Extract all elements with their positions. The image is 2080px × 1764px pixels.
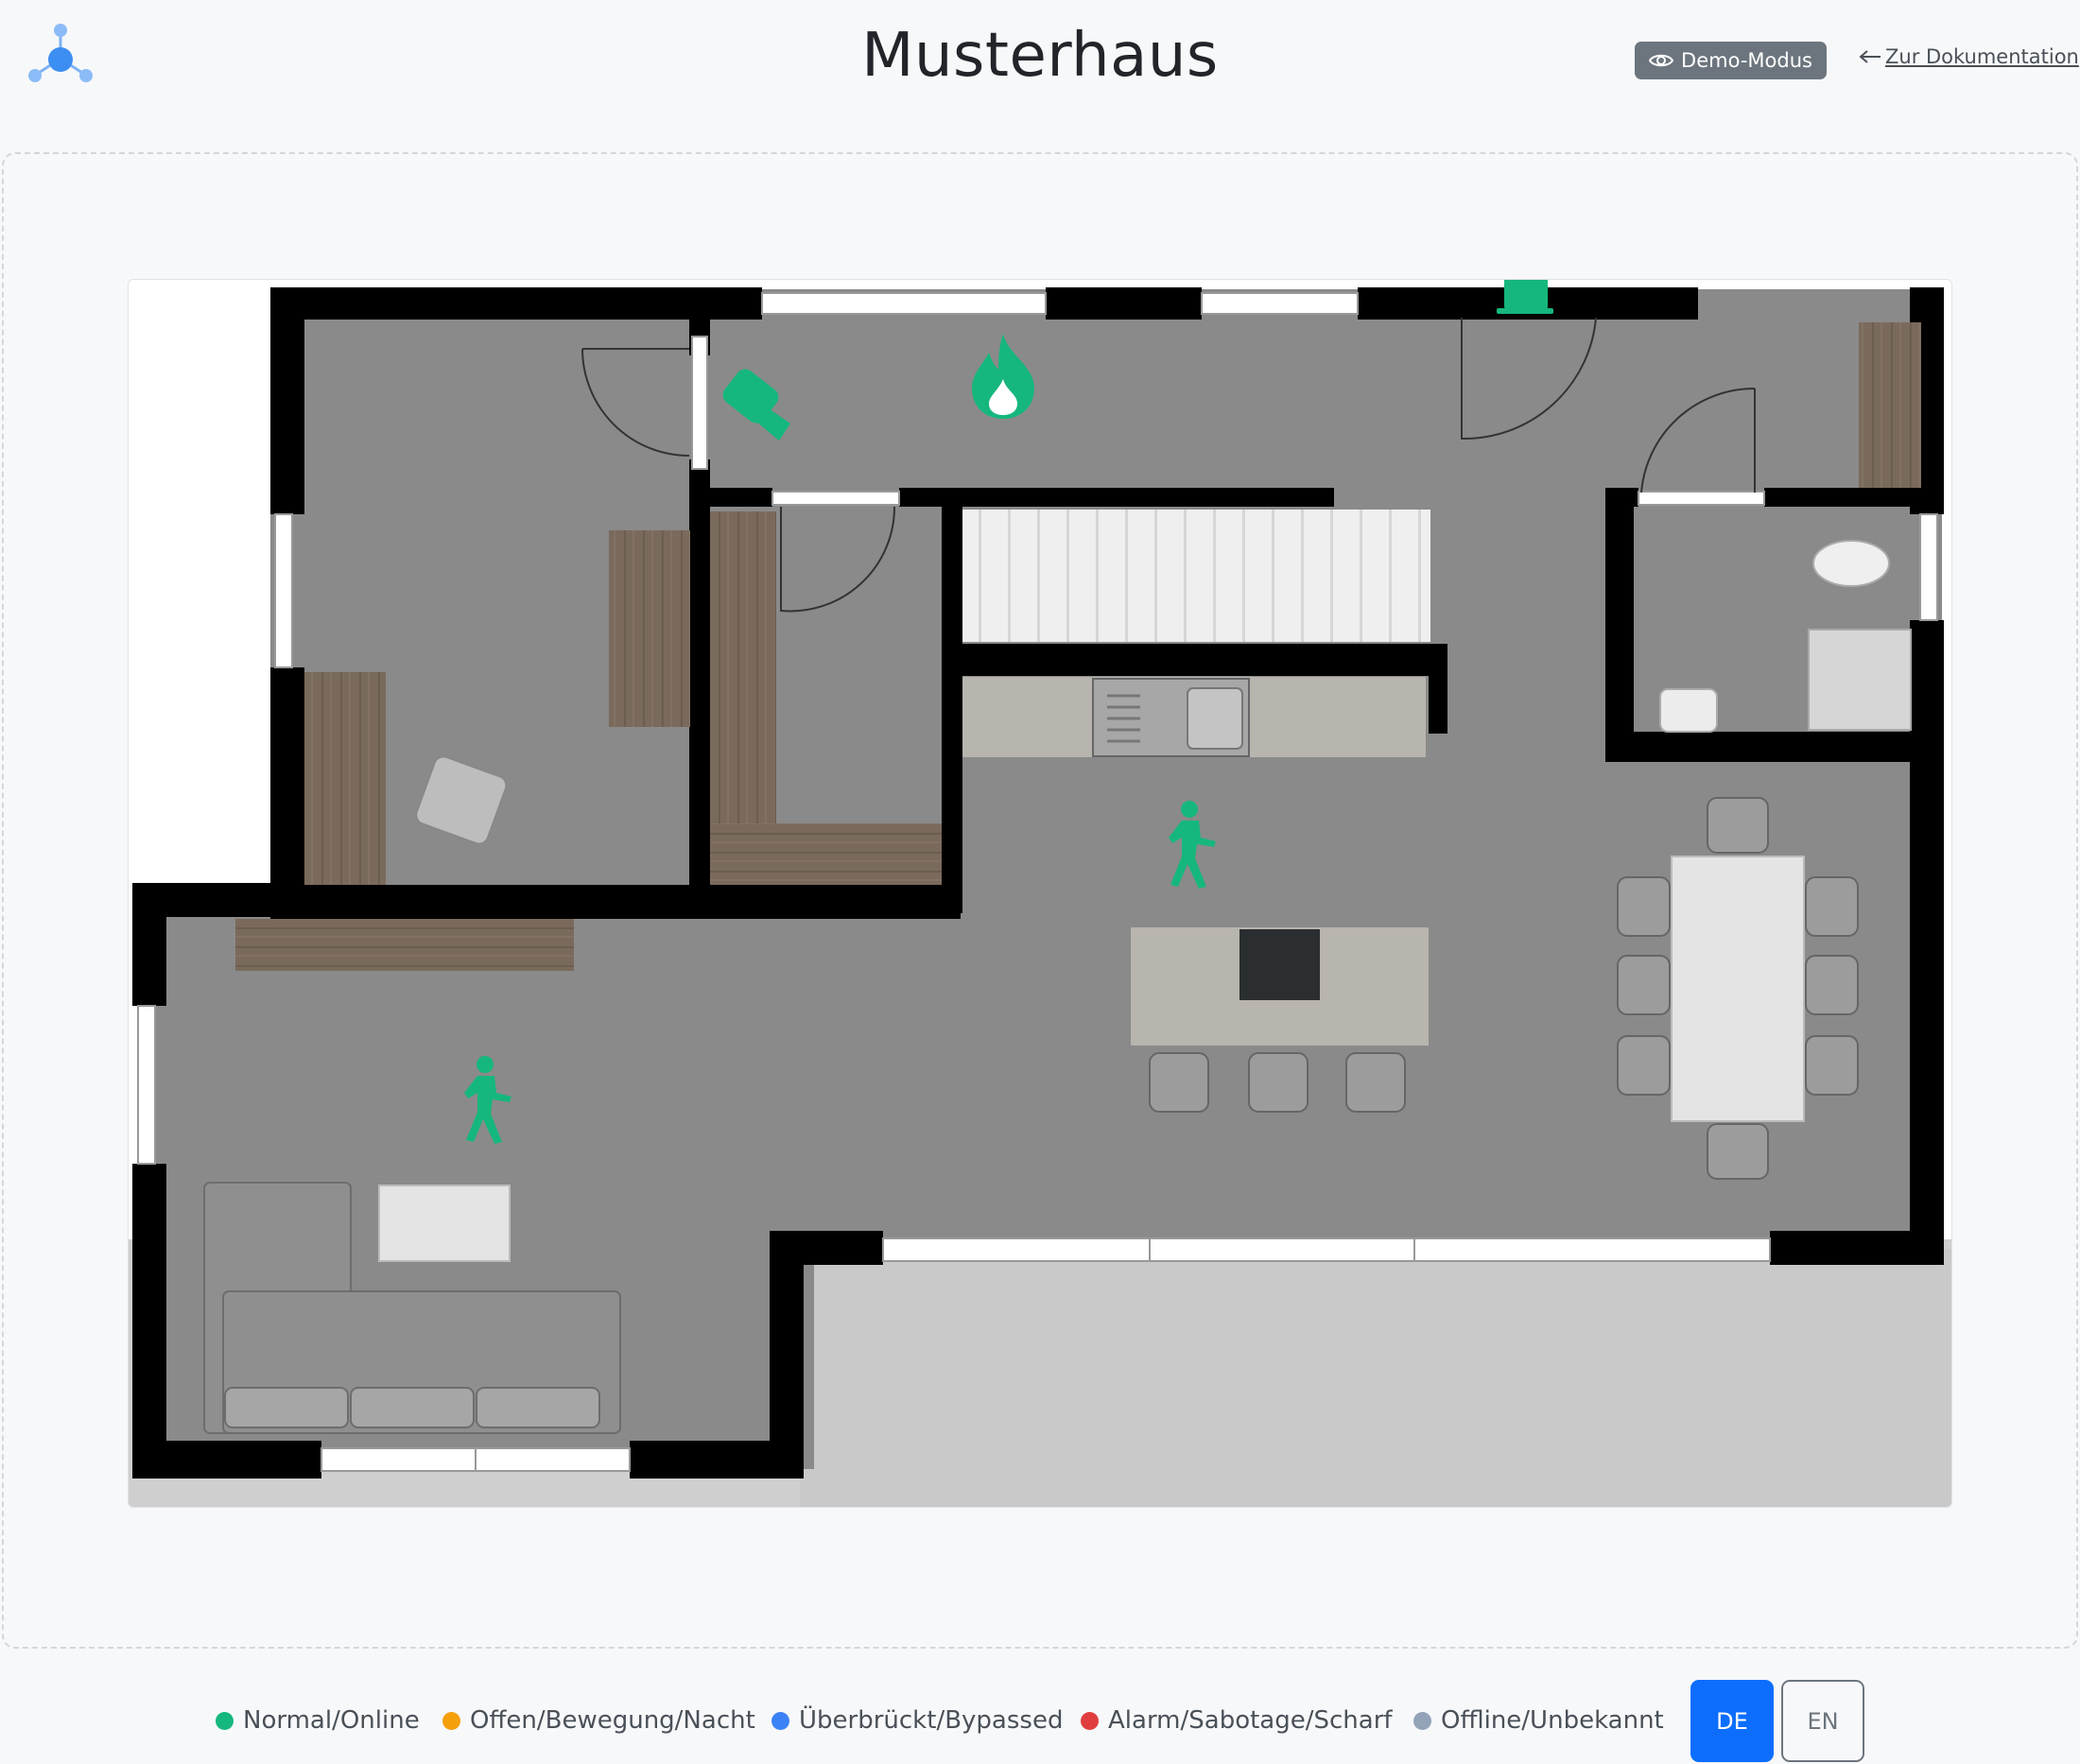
floorplan-image [128, 279, 1952, 1508]
legend-item-alarm: Alarm/Sabotage/Scharf [1081, 1679, 1393, 1762]
documentation-link-label[interactable]: Zur Dokumentation [1885, 45, 2079, 68]
legend-item-normal: Normal/Online [216, 1679, 420, 1762]
camera-sensor[interactable] [717, 357, 806, 447]
legend-label: Offen/Bewegung/Nacht [470, 1706, 755, 1735]
legend-label: Überbrückt/Bypassed [799, 1706, 1064, 1735]
legend-label: Alarm/Sabotage/Scharf [1108, 1706, 1393, 1735]
status-dot-icon [442, 1711, 460, 1730]
status-dot-icon [1081, 1711, 1099, 1730]
fire-icon [972, 334, 1034, 419]
eye-icon [1649, 54, 1674, 67]
door-contact-sensor[interactable] [1495, 280, 1555, 316]
status-dot-icon [771, 1711, 789, 1730]
legend-label: Normal/Online [243, 1706, 420, 1735]
demo-mode-label: Demo-Modus [1681, 49, 1812, 72]
door-icon [1497, 280, 1553, 314]
smoke-detector-sensor[interactable] [968, 332, 1038, 422]
arrow-left-icon [1859, 50, 1881, 63]
legend-item-offline: Offline/Unbekannt [1413, 1679, 1664, 1762]
status-dot-icon [216, 1711, 234, 1730]
legend-label: Offline/Unbekannt [1441, 1706, 1664, 1735]
status-dot-icon [1413, 1711, 1431, 1730]
demo-mode-badge: Demo-Modus [1635, 42, 1827, 79]
language-en-button[interactable]: EN [1781, 1680, 1864, 1762]
walking-person-icon [464, 1056, 511, 1144]
language-de-button[interactable]: DE [1690, 1680, 1774, 1762]
legend-item-open: Offen/Bewegung/Nacht [442, 1679, 755, 1762]
camera-icon [722, 369, 790, 441]
legend-item-bypassed: Überbrückt/Bypassed [771, 1679, 1063, 1762]
motion-detector-living-sensor[interactable] [455, 1055, 521, 1146]
walking-person-icon [1169, 801, 1216, 889]
documentation-link[interactable]: Zur Dokumentation [1859, 45, 2079, 68]
motion-detector-kitchen-sensor[interactable] [1159, 800, 1225, 891]
